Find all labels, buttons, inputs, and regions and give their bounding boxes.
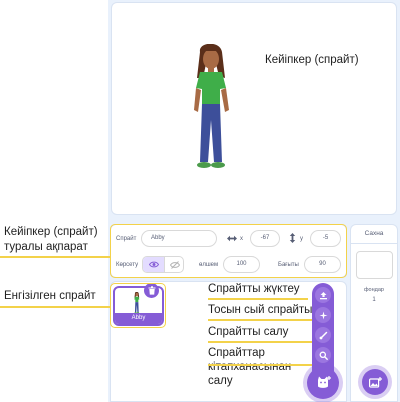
choose-backdrop-button[interactable] xyxy=(362,369,388,395)
sprite-abby-figure[interactable] xyxy=(186,44,238,174)
sprite-thumbnail-name: Abby xyxy=(115,313,162,324)
paint-sprite-button[interactable] xyxy=(315,327,331,343)
left-gutter xyxy=(0,0,108,402)
x-label: x xyxy=(240,236,243,242)
eye-icon xyxy=(148,261,159,268)
size-label: өлшем xyxy=(199,262,219,268)
stage-canvas[interactable] xyxy=(111,2,397,215)
menu-label-upload: Спрайтты жүктеу xyxy=(208,283,300,296)
show-label: Көрсету xyxy=(116,262,139,268)
upload-icon xyxy=(319,291,327,299)
direction-label: Бағыты xyxy=(278,262,299,268)
annotation-sprite-info-line1: Кейіпкер (спрайт) xyxy=(4,226,98,238)
vertical-arrows-icon xyxy=(289,233,296,243)
y-label: y xyxy=(300,236,303,242)
menu-label-paint: Спрайтты салу xyxy=(208,326,289,339)
sprite-name-input[interactable]: Abby xyxy=(141,230,217,247)
direction-input[interactable]: 90 xyxy=(304,256,341,273)
search-icon xyxy=(319,351,328,360)
image-plus-icon xyxy=(368,376,382,388)
size-input[interactable]: 100 xyxy=(223,256,260,273)
menu-underline-library xyxy=(208,364,312,366)
menu-underline-upload xyxy=(208,298,308,300)
menu-underline-surprise xyxy=(208,319,312,321)
visibility-toggle xyxy=(142,256,184,273)
upload-sprite-button[interactable] xyxy=(315,287,331,303)
trash-icon xyxy=(148,286,155,295)
search-sprite-button[interactable] xyxy=(315,347,331,363)
show-hidden-button[interactable] xyxy=(164,257,183,272)
stage-panel-title: Сахна xyxy=(364,230,384,237)
stage-panel-divider xyxy=(350,243,398,244)
menu-underline-paint xyxy=(208,341,312,343)
choose-sprite-button[interactable] xyxy=(307,367,339,399)
y-position-input[interactable]: -5 xyxy=(310,230,341,247)
backdrops-count: 1 xyxy=(372,297,376,303)
menu-label-library-line1: Спрайттар xyxy=(208,347,265,360)
paintbrush-icon xyxy=(319,331,327,339)
sparkle-icon xyxy=(319,311,327,319)
stage-thumbnail[interactable] xyxy=(356,251,393,279)
menu-label-library-line2: кітапханасынан xyxy=(208,361,292,374)
menu-label-library-line3: салу xyxy=(208,375,233,388)
delete-sprite-button[interactable] xyxy=(144,283,159,298)
annotation-sprite-info-pointer xyxy=(0,256,110,258)
stage-sprite-label: Кейіпкер (спрайт) xyxy=(265,54,359,66)
sprite-thumbnail-image xyxy=(134,292,140,313)
horizontal-arrows-icon xyxy=(227,235,237,242)
x-position-input[interactable]: -67 xyxy=(250,230,280,247)
backdrops-label: фондар xyxy=(364,287,384,293)
eye-slash-icon xyxy=(169,260,180,269)
menu-label-surprise: Тосын сый спрайты xyxy=(208,304,313,317)
sprite-name-label: Спрайт xyxy=(116,236,137,242)
surprise-sprite-button[interactable] xyxy=(315,307,331,323)
annotation-inserted-sprite: Енгізілген спрайт xyxy=(4,290,96,302)
show-visible-button[interactable] xyxy=(143,257,164,272)
annotation-inserted-sprite-pointer xyxy=(0,306,112,308)
cat-plus-icon xyxy=(317,376,331,388)
annotation-sprite-info-line2: туралы ақпарат xyxy=(4,241,88,253)
